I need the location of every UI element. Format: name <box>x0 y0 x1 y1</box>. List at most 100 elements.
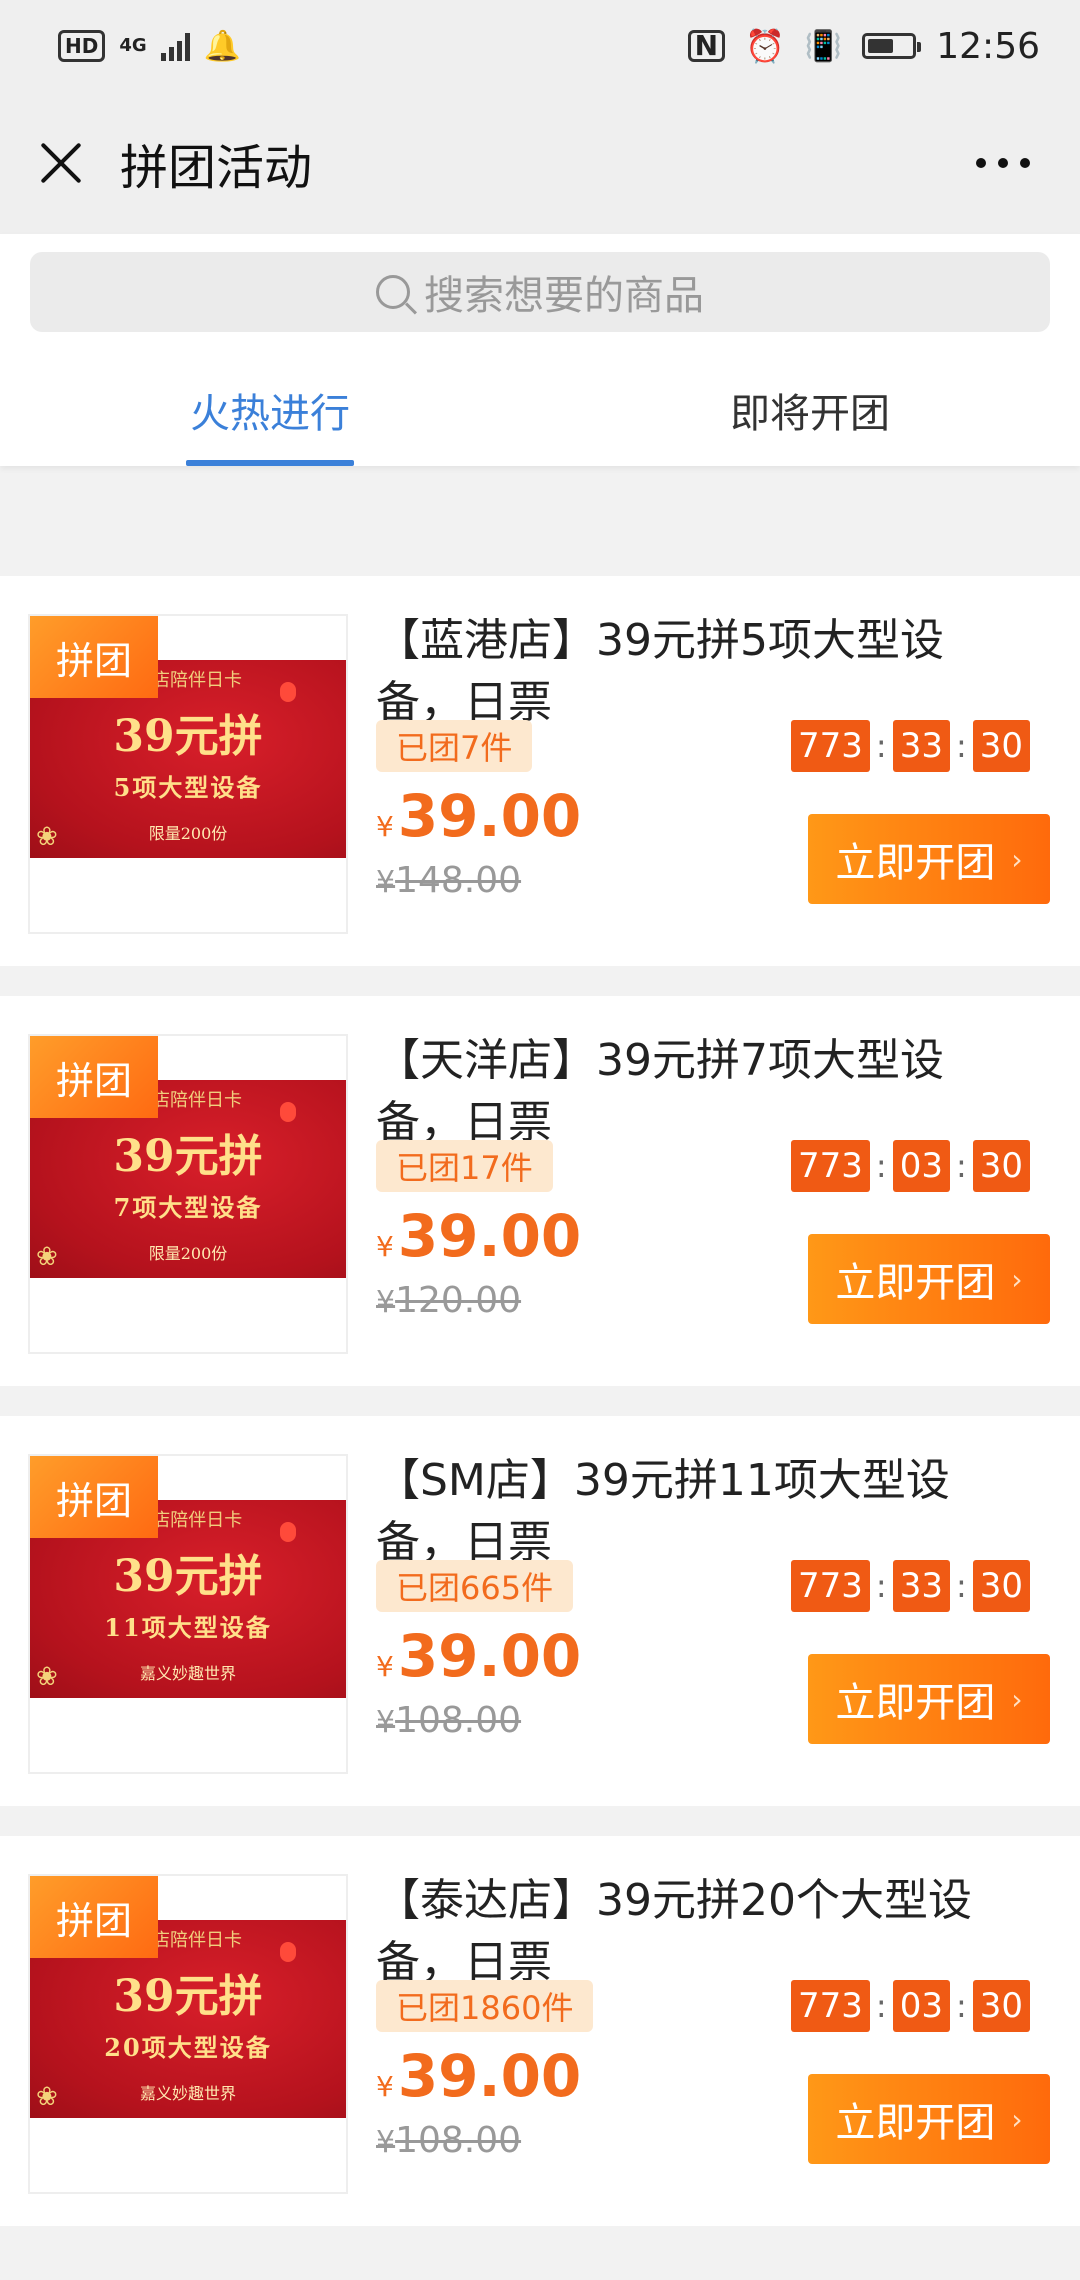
poster-foot-text: 嘉义妙趣世界 <box>139 1664 236 1683</box>
product-image[interactable]: 洋店陪伴日卡 39元拼 7项大型设备 限量200份 ❀ 拼团 <box>28 1034 348 1354</box>
currency-symbol: ¥ <box>376 1650 394 1683</box>
start-group-button[interactable]: 立即开团 › <box>808 1234 1050 1324</box>
lantern-icon <box>280 1942 296 1962</box>
group-buy-tag: 拼团 <box>30 1876 158 1958</box>
tab-upcoming-label: 即将开团 <box>730 391 890 437</box>
poster-foot-text: 限量200份 <box>148 824 228 843</box>
product-image[interactable]: 港店陪伴日卡 39元拼 5项大型设备 限量200份 ❀ 拼团 <box>28 614 348 934</box>
original-currency-symbol: ¥ <box>376 865 396 900</box>
tab-bar: 火热进行 即将开团 <box>0 354 1080 466</box>
clock: 12:56 <box>936 25 1040 67</box>
countdown-seconds: 30 <box>972 1140 1030 1192</box>
product-title[interactable]: 【蓝港店】39元拼5项大型设备，日票 <box>376 610 976 734</box>
product-card[interactable]: 洋店陪伴日卡 39元拼 7项大型设备 限量200份 ❀ 拼团 【天洋店】39元拼… <box>0 996 1080 1386</box>
poster-price-text: 39元拼 <box>113 1131 263 1182</box>
poster-foot-text: 嘉义妙趣世界 <box>139 2084 236 2103</box>
tab-active-indicator <box>186 460 354 466</box>
poster-items-text: 5项大型设备 <box>113 773 263 802</box>
status-right: N ⏰ 📳 12:56 <box>687 25 1040 67</box>
search-input[interactable]: 搜索想要的商品 <box>30 252 1050 332</box>
countdown-minutes: 03 <box>892 1980 950 2032</box>
poster-price-text: 39元拼 <box>113 711 263 762</box>
poster-items-text: 11项大型设备 <box>104 1613 272 1642</box>
countdown-hours: 773 <box>791 720 870 772</box>
start-group-label: 立即开团 <box>835 840 996 886</box>
original-price-value: 148.00 <box>395 860 522 901</box>
group-price: ¥ 39.00 <box>376 1202 581 1270</box>
original-price: ¥120.00 <box>376 1280 521 1321</box>
title-bar: 拼团活动 <box>0 92 1080 234</box>
price-value: 39.00 <box>397 782 582 850</box>
countdown-timer: 773: 33: 30 <box>791 720 1030 772</box>
poster-items-text: 7项大型设备 <box>113 1193 263 1222</box>
price-value: 39.00 <box>397 1202 582 1270</box>
poster-foot-text: 限量200份 <box>148 1244 228 1263</box>
product-card[interactable]: 港店陪伴日卡 39元拼 5项大型设备 限量200份 ❀ 拼团 【蓝港店】39元拼… <box>0 576 1080 966</box>
lantern-icon <box>280 1522 296 1542</box>
original-currency-symbol: ¥ <box>376 2125 396 2160</box>
countdown-timer: 773: 33: 30 <box>791 1560 1030 1612</box>
battery-fill <box>868 39 894 53</box>
poster-price-text: 39元拼 <box>113 1551 263 1602</box>
original-price: ¥108.00 <box>376 1700 521 1741</box>
product-title[interactable]: 【SM店】39元拼11项大型设备，日票 <box>376 1450 976 1574</box>
original-price: ¥148.00 <box>376 860 521 901</box>
sold-count-badge: 已团1860件 <box>376 1980 594 2032</box>
original-price-value: 108.00 <box>395 2120 522 2161</box>
price-value: 39.00 <box>397 2042 582 2110</box>
start-group-button[interactable]: 立即开团 › <box>808 1654 1050 1744</box>
product-image[interactable]: M店陪伴日卡 39元拼 11项大型设备 嘉义妙趣世界 ❀ 拼团 <box>28 1454 348 1774</box>
currency-symbol: ¥ <box>376 2070 394 2103</box>
start-group-button[interactable]: 立即开团 › <box>808 814 1050 904</box>
original-price: ¥108.00 <box>376 2120 521 2161</box>
more-options-icon[interactable] <box>976 158 1030 168</box>
product-card[interactable]: 达店陪伴日卡 39元拼 20项大型设备 嘉义妙趣世界 ❀ 拼团 【泰达店】39元… <box>0 1836 1080 2226</box>
search-icon <box>376 275 410 309</box>
blossom-icon: ❀ <box>36 1242 58 1272</box>
start-group-button[interactable]: 立即开团 › <box>808 2074 1050 2164</box>
original-price-value: 120.00 <box>395 1280 522 1321</box>
countdown-seconds: 30 <box>972 1980 1030 2032</box>
currency-symbol: ¥ <box>376 810 394 843</box>
countdown-minutes: 03 <box>892 1140 950 1192</box>
countdown-timer: 773: 03: 30 <box>791 1980 1030 2032</box>
sold-count-badge: 已团7件 <box>376 720 533 772</box>
network-label: 4G <box>119 35 147 56</box>
notification-bell-icon: 🔔 <box>203 28 242 64</box>
countdown-hours: 773 <box>791 1980 870 2032</box>
start-group-label: 立即开团 <box>835 1260 996 1306</box>
tab-hot-label: 火热进行 <box>190 391 350 437</box>
countdown-minutes: 33 <box>892 1560 950 1612</box>
group-price: ¥ 39.00 <box>376 1622 581 1690</box>
tab-hot[interactable]: 火热进行 <box>0 354 540 466</box>
start-group-label: 立即开团 <box>835 1680 996 1726</box>
hd-badge: HD <box>58 30 106 62</box>
product-title[interactable]: 【泰达店】39元拼20个大型设备，日票 <box>376 1870 976 1994</box>
status-bar: HD 4G 🔔 N ⏰ 📳 12:56 <box>0 0 1080 92</box>
blossom-icon: ❀ <box>36 2082 58 2112</box>
price-value: 39.00 <box>397 1622 582 1690</box>
status-left: HD 4G 🔔 <box>58 29 241 64</box>
original-currency-symbol: ¥ <box>376 1705 396 1740</box>
group-buy-tag: 拼团 <box>30 1036 158 1118</box>
countdown-minutes: 33 <box>892 720 950 772</box>
blossom-icon: ❀ <box>36 822 58 852</box>
countdown-hours: 773 <box>791 1140 870 1192</box>
group-buy-tag: 拼团 <box>30 616 158 698</box>
page-title: 拼团活动 <box>120 140 313 196</box>
countdown-seconds: 30 <box>972 720 1030 772</box>
close-icon[interactable] <box>30 132 92 194</box>
original-price-value: 108.00 <box>395 1700 522 1741</box>
lantern-icon <box>280 1102 296 1122</box>
product-title[interactable]: 【天洋店】39元拼7项大型设备，日票 <box>376 1030 976 1154</box>
product-card[interactable]: M店陪伴日卡 39元拼 11项大型设备 嘉义妙趣世界 ❀ 拼团 【SM店】39元… <box>0 1416 1080 1806</box>
sold-count-badge: 已团665件 <box>376 1560 574 1612</box>
start-group-label: 立即开团 <box>835 2100 996 2146</box>
product-image[interactable]: 达店陪伴日卡 39元拼 20项大型设备 嘉义妙趣世界 ❀ 拼团 <box>28 1874 348 2194</box>
countdown-hours: 773 <box>791 1560 870 1612</box>
tab-upcoming[interactable]: 即将开团 <box>540 354 1080 466</box>
vibrate-icon: 📳 <box>804 28 843 64</box>
search-and-tabs: 搜索想要的商品 火热进行 即将开团 <box>0 234 1080 466</box>
currency-symbol: ¥ <box>376 1230 394 1263</box>
original-currency-symbol: ¥ <box>376 1285 396 1320</box>
